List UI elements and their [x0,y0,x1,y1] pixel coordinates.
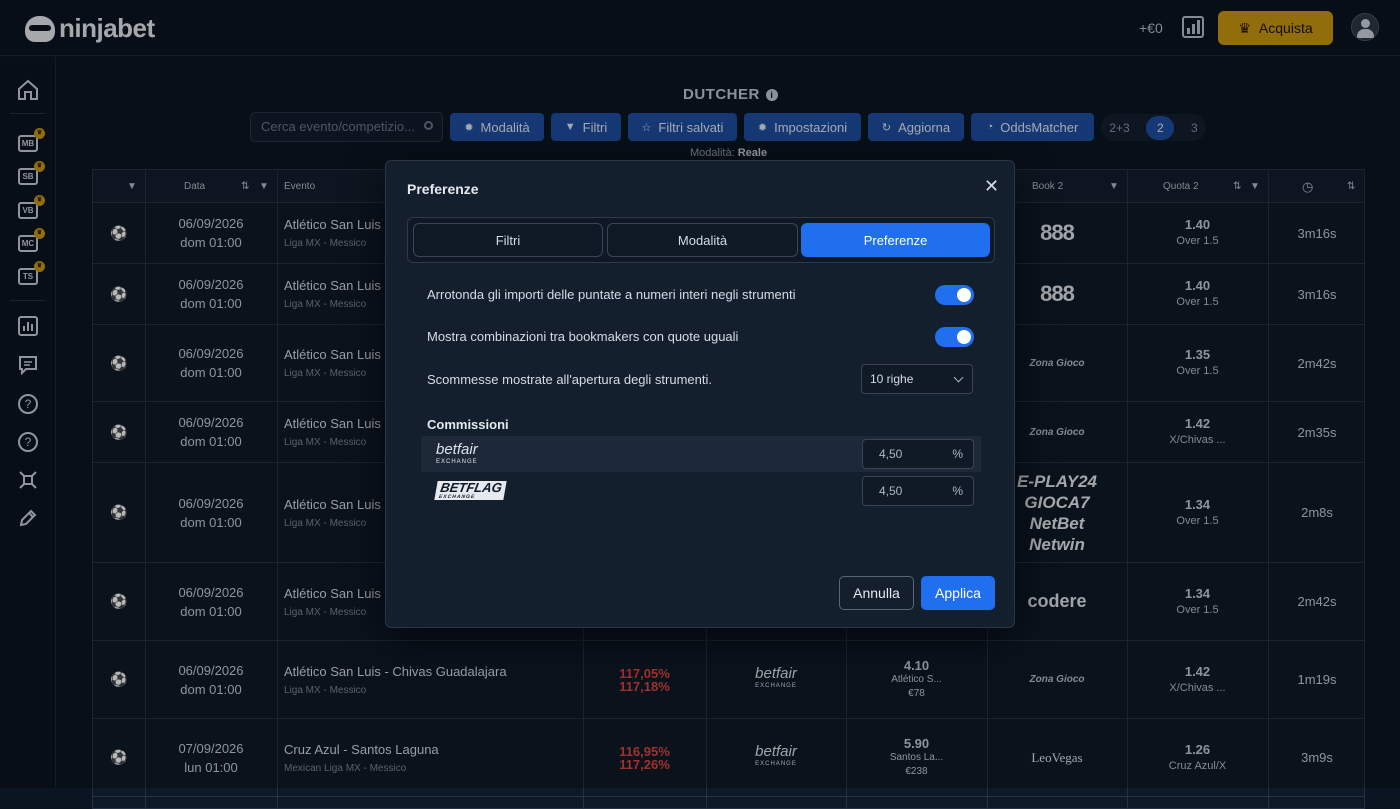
commission-row-betfair: betfair EXCHANGE 4,50% [421,436,981,472]
tab-modalita[interactable]: Modalità [607,223,798,257]
betfair-commission-input[interactable]: 4,50% [862,439,974,469]
chevron-down-icon [953,372,964,383]
apply-button[interactable]: Applica [921,576,995,610]
tab-preferenze[interactable]: Preferenze [801,223,990,257]
betflag-logo: BETFLAG EXCHANGE [434,480,508,503]
cancel-button[interactable]: Annulla [839,576,914,610]
rows-select[interactable]: 10 righe [861,364,973,394]
equal-odds-toggle[interactable] [935,327,974,347]
betfair-logo: betfair EXCHANGE [436,441,478,465]
equal-odds-label: Mostra combinazioni tra bookmakers con q… [427,329,739,344]
dialog-tabs: Filtri Modalità Preferenze [407,217,995,263]
round-amounts-toggle[interactable] [935,285,974,305]
round-amounts-label: Arrotonda gli importi delle puntate a nu… [427,287,796,302]
commission-row-betflag: BETFLAG EXCHANGE 4,50% [421,473,981,509]
dialog-title: Preferenze [407,181,479,197]
tab-filtri[interactable]: Filtri [413,223,603,257]
preferences-dialog: Preferenze ✕ Filtri Modalità Preferenze … [385,160,1015,628]
close-icon[interactable]: ✕ [984,177,999,195]
commission-heading: Commissioni [427,417,509,432]
betflag-commission-input[interactable]: 4,50% [862,476,974,506]
rows-label: Scommesse mostrate all'apertura degli st… [427,372,712,387]
